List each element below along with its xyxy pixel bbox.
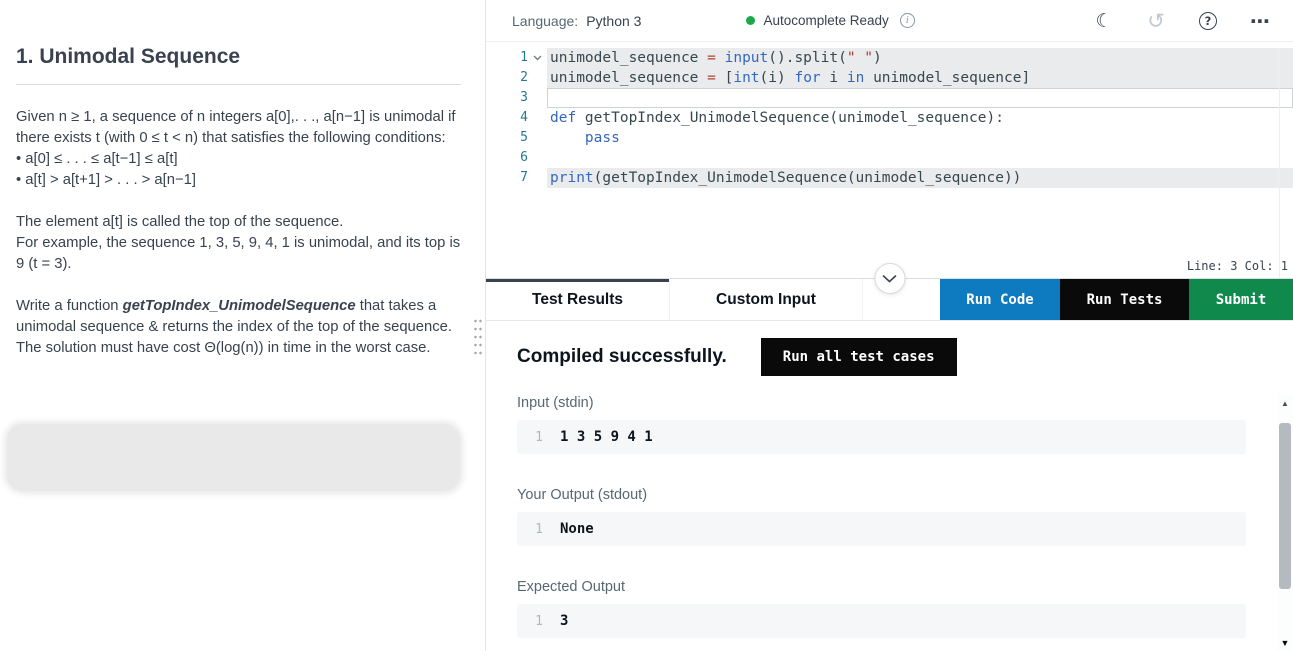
editor-scroll-edge: [1279, 48, 1280, 278]
app-root: 1. Unimodal Sequence Given n ≥ 1, a sequ…: [0, 0, 1293, 651]
cursor-position: Line: 3 Col: 1: [1186, 259, 1288, 273]
results-scrollbar[interactable]: ▲ ▼: [1277, 393, 1293, 651]
placeholder-block: [7, 424, 460, 491]
code-content: pass: [584, 130, 620, 146]
code-content: unimodel_sequence = [int(i) for i in uni…: [547, 68, 1293, 88]
results-tabbar: Test Results Custom Input Run Code Run T…: [486, 263, 1293, 321]
scroll-up-button[interactable]: ▲: [1277, 398, 1293, 410]
result-section: Input (stdin) 1 1 3 5 9 4 1: [517, 395, 1246, 454]
code-line[interactable]: 5 pass: [486, 128, 1293, 148]
title-divider: [16, 84, 461, 85]
output-content: None: [560, 521, 594, 537]
autocomplete-status-text: Autocomplete Ready: [763, 13, 889, 28]
line-number: 3: [520, 90, 528, 105]
output-line-number: 1: [535, 613, 543, 629]
tab-test-results[interactable]: Test Results: [486, 279, 671, 320]
line-number: 4: [520, 110, 528, 125]
history-icon[interactable]: ↺: [1145, 9, 1167, 33]
run-code-button[interactable]: Run Code: [940, 279, 1060, 320]
task-paragraph: Write a function getTopIndex_UnimodelSeq…: [16, 296, 461, 359]
output-line-number: 1: [535, 429, 543, 445]
line-number: 1: [520, 50, 528, 65]
code-content: print(getTopIndex_UnimodelSequence(unimo…: [547, 168, 1293, 188]
editor-toolbar: Language: Python 3 Autocomplete Ready i …: [486, 0, 1293, 42]
toolbar-icons: ☾ ↺ ? ⋯: [1093, 9, 1271, 33]
output-content: 3: [560, 613, 569, 629]
scroll-down-button[interactable]: ▼: [1277, 637, 1293, 649]
task-text-before: Write a function: [16, 298, 123, 314]
run-all-tests-button[interactable]: Run all test cases: [760, 338, 957, 376]
code-line[interactable]: 2 unimodel_sequence = [int(i) for i in un…: [486, 68, 1293, 88]
output-line-number: 1: [535, 521, 543, 537]
result-section: Expected Output 1 3: [517, 579, 1246, 638]
section-label: Input (stdin): [517, 395, 594, 411]
dark-mode-icon[interactable]: ☾: [1093, 10, 1115, 32]
code-line[interactable]: 6: [486, 148, 1293, 168]
tab-custom-input[interactable]: Custom Input: [670, 279, 863, 320]
editor-panel: Language: Python 3 Autocomplete Ready i …: [486, 0, 1293, 651]
output-block: 1 None: [517, 512, 1246, 546]
scroll-thumb[interactable]: [1279, 423, 1291, 589]
code-content: unimodel_sequence = input().split(" "): [547, 48, 1293, 68]
language-label: Language:: [512, 12, 579, 29]
line-number: 7: [520, 170, 528, 185]
info-icon[interactable]: i: [899, 13, 915, 28]
section-label: Expected Output: [517, 579, 626, 595]
more-options-icon[interactable]: ⋯: [1249, 9, 1271, 33]
question-mark-icon: ?: [1199, 11, 1217, 30]
example-text: For example, the sequence 1, 3, 5, 9, 4,…: [16, 235, 461, 272]
top-definition: The element a[t] is called the top of th…: [16, 214, 344, 230]
problem-description: Given n ≥ 1, a sequence of n integers a[…: [16, 107, 461, 359]
language-selector[interactable]: Python 3: [586, 13, 641, 29]
code-line[interactable]: 4 def getTopIndex_UnimodelSequence(unimod…: [486, 108, 1293, 128]
line-number: 5: [520, 130, 528, 145]
code-line[interactable]: 1 unimodel_sequence = input().split(" "): [486, 48, 1293, 68]
collapse-editor-button[interactable]: [874, 263, 905, 294]
problem-title: 1. Unimodal Sequence: [16, 45, 241, 68]
fold-chevron-icon[interactable]: [528, 48, 547, 68]
action-buttons: Run Code Run Tests Submit: [940, 279, 1293, 320]
result-section: Your Output (stdout) 1 None: [517, 487, 1246, 546]
line-number: 6: [520, 150, 528, 165]
output-block: 13: [517, 604, 1246, 638]
run-tests-button[interactable]: Run Tests: [1060, 279, 1189, 320]
output-content: 1 3 5 9 4 1: [560, 429, 653, 445]
function-name: getTopIndex_UnimodelSequence: [122, 298, 356, 314]
compile-row: Compiled successfully. Run all test case…: [486, 321, 1293, 393]
code-line[interactable]: 3: [486, 88, 1293, 108]
code-line[interactable]: 7 print(getTopIndex_UnimodelSequence(unim…: [486, 168, 1293, 188]
result-sections: Input (stdin) 1 1 3 5 9 4 1 Your Output (st…: [517, 395, 1246, 638]
code-content: def getTopIndex_UnimodelSequence(unimode…: [550, 110, 1004, 126]
compile-status: Compiled successfully.: [517, 346, 727, 367]
constraint-bullet-2: • a[t] > a[t+1] > . . . > a[n−1]: [16, 172, 196, 188]
submit-button[interactable]: Submit: [1189, 279, 1293, 320]
problem-intro: Given n ≥ 1, a sequence of n integers a[…: [16, 109, 456, 146]
constraint-bullet-1: • a[0] ≤ . . . ≤ a[t−1] ≤ a[t]: [16, 151, 178, 167]
line-number: 2: [520, 70, 528, 85]
autocomplete-status: Autocomplete Ready i: [746, 13, 915, 28]
panel-resize-handle[interactable]: [472, 316, 482, 358]
code-editor[interactable]: 1 unimodel_sequence = input().split(" ") 2…: [486, 42, 1293, 254]
section-label: Your Output (stdout): [517, 487, 648, 503]
help-icon[interactable]: ?: [1197, 10, 1219, 32]
code-content: [547, 148, 1293, 168]
status-dot-icon: [746, 16, 756, 25]
output-block: 1 1 3 5 9 4 1: [517, 420, 1246, 454]
problem-panel: 1. Unimodal Sequence Given n ≥ 1, a sequ…: [0, 0, 486, 651]
chevron-down-icon: [882, 274, 897, 283]
code-content: [547, 88, 1293, 108]
test-results-panel: Input (stdin) 1 1 3 5 9 4 1 Your Output (st…: [486, 393, 1293, 651]
